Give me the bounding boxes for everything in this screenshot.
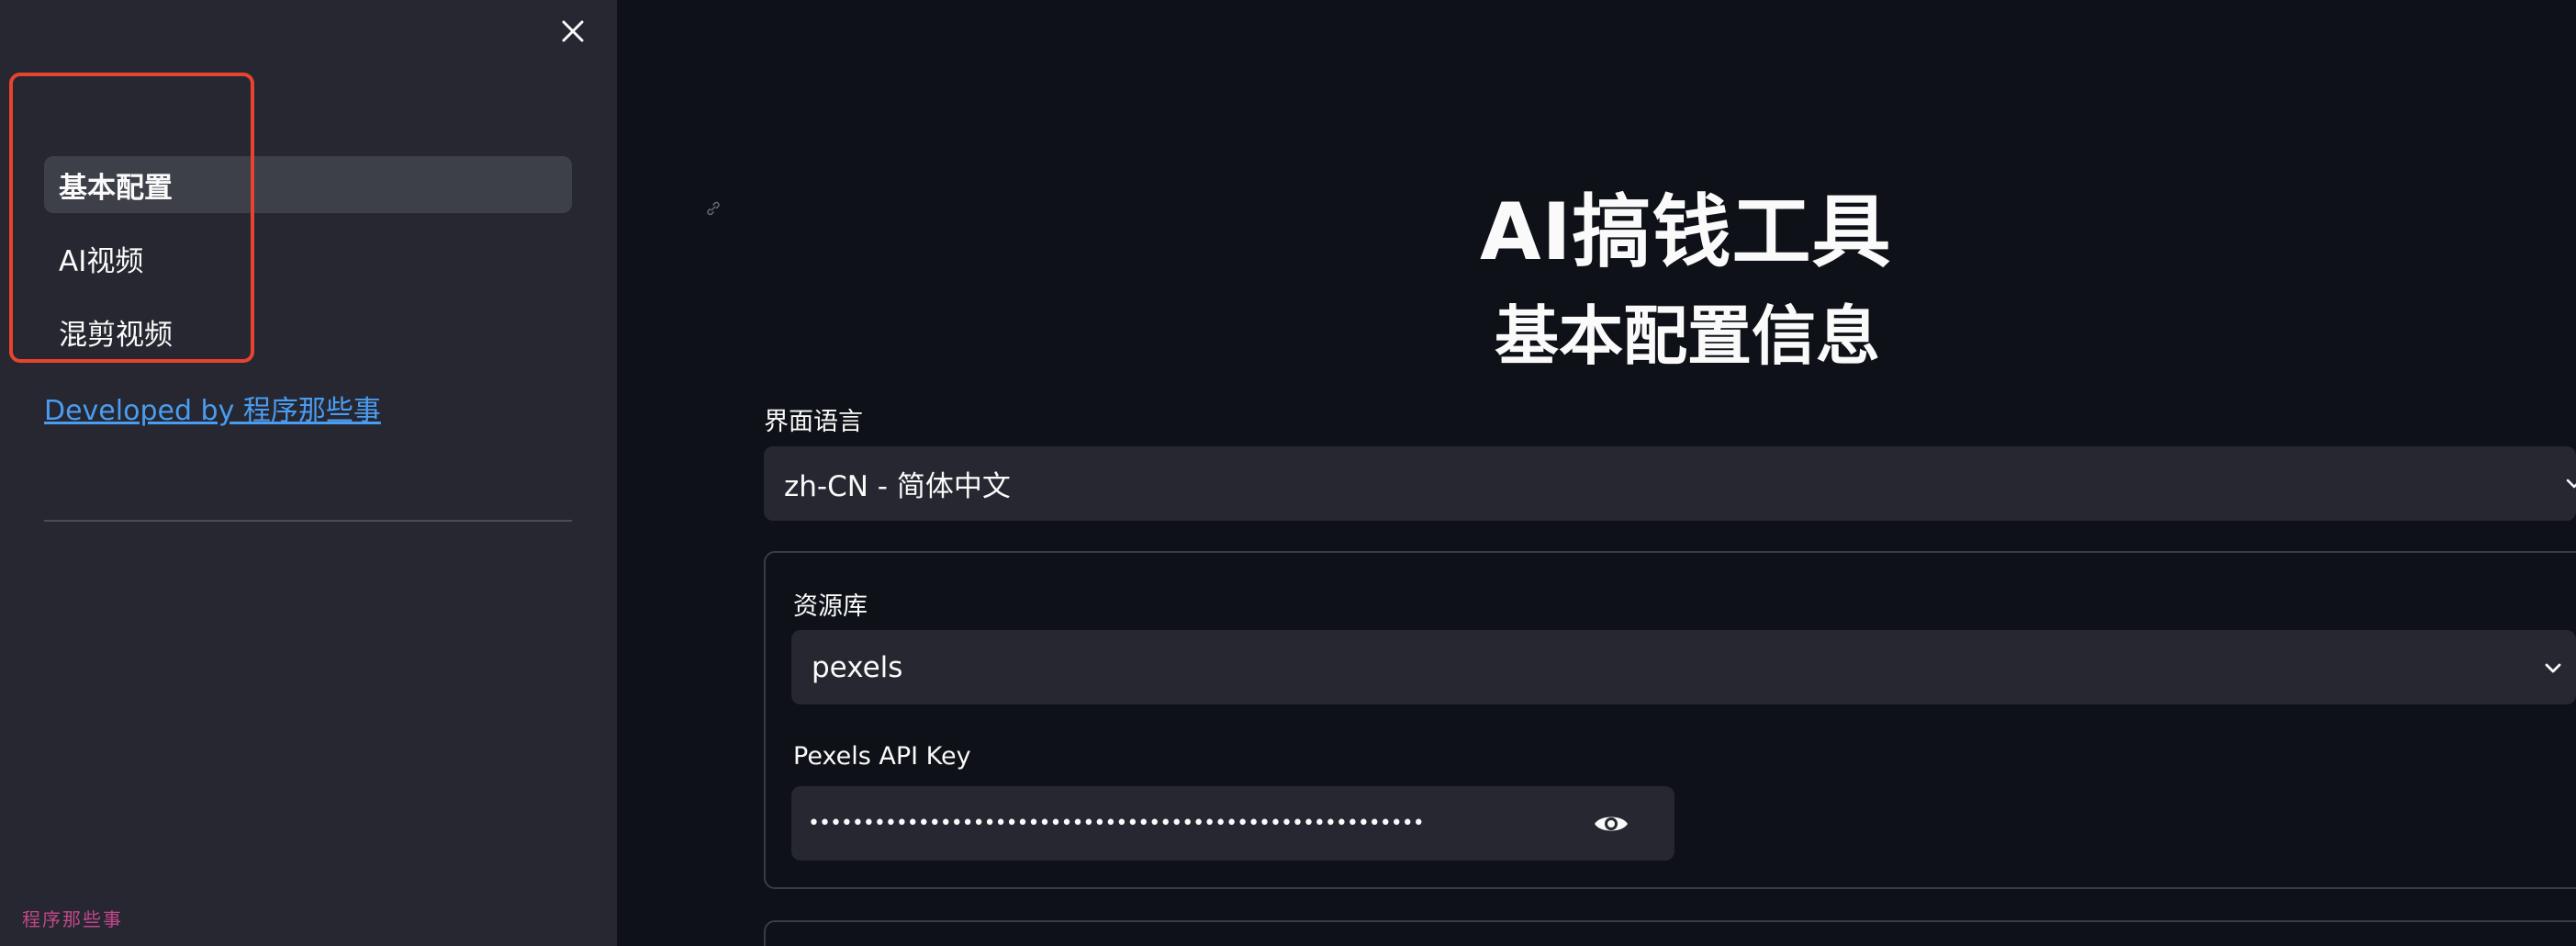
pexels-api-key-input[interactable]: ••••••••••••••••••••••••••••••••••••••••… <box>791 786 1674 861</box>
page-title: AI搞钱工具 <box>1480 186 1892 278</box>
resource-select-value: pexels <box>812 650 903 684</box>
main-content: AI搞钱工具 基本配置信息 界面语言 zh-CN - 简体中文 资源库 pexe… <box>617 0 2576 946</box>
chevron-down-icon <box>2545 663 2561 673</box>
sidebar: 基本配置 AI视频 混剪视频 Developed by 程序那些事 程序那些事 <box>0 0 617 946</box>
api-key-label: Pexels API Key <box>793 742 971 771</box>
show-password-button[interactable] <box>1590 803 1632 845</box>
resource-library-label: 资源库 <box>793 592 868 621</box>
resource-library-select[interactable]: pexels <box>791 630 2576 704</box>
close-icon <box>562 20 584 42</box>
language-select[interactable]: zh-CN - 简体中文 <box>764 446 2576 521</box>
developer-link[interactable]: Developed by 程序那些事 <box>44 388 381 428</box>
next-settings-card <box>764 920 2576 946</box>
sidebar-divider <box>44 520 572 522</box>
page-subtitle: 基本配置信息 <box>1495 298 1880 374</box>
language-label: 界面语言 <box>764 408 863 436</box>
eye-icon <box>1595 816 1628 831</box>
annotation-highlight-box <box>9 73 254 363</box>
language-select-value: zh-CN - 简体中文 <box>784 470 1011 503</box>
watermark-text: 程序那些事 <box>22 908 123 930</box>
link-anchor-icon[interactable] <box>705 200 722 217</box>
app-window: 基本配置 AI视频 混剪视频 Developed by 程序那些事 程序那些事 … <box>0 0 2576 946</box>
chevron-down-icon <box>2566 479 2576 489</box>
close-sidebar-button[interactable] <box>554 13 591 50</box>
